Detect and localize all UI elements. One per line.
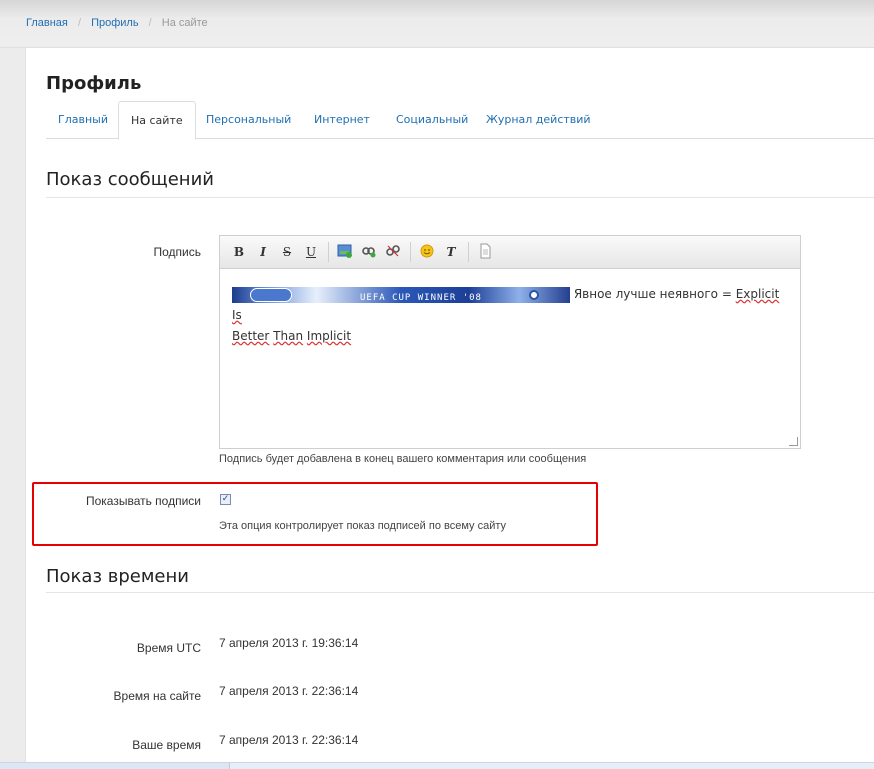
tab-main[interactable]: Главный xyxy=(46,101,120,139)
signature-word: Better xyxy=(232,329,270,343)
club-logo xyxy=(250,287,292,302)
editor-toolbar: B I S U T xyxy=(220,236,800,269)
section-divider xyxy=(46,592,874,593)
top-bar: Главная / Профиль / На сайте xyxy=(0,0,874,48)
signature-content[interactable]: UEFA CUP WINNER '08 Явное лучше неявного… xyxy=(232,284,792,347)
signature-word: Than xyxy=(273,329,304,343)
highlight-box xyxy=(32,482,598,546)
tab-personal[interactable]: Персональный xyxy=(194,101,303,139)
link-icon[interactable] xyxy=(360,243,378,261)
underline-button[interactable]: U xyxy=(302,243,320,261)
bold-button[interactable]: B xyxy=(230,243,248,261)
your-time-value: 7 апреля 2013 г. 22:36:14 xyxy=(219,733,359,747)
breadcrumb-home-link[interactable]: Главная xyxy=(26,17,68,29)
utc-time-value: 7 апреля 2013 г. 19:36:14 xyxy=(219,636,359,650)
browser-tab[interactable] xyxy=(0,763,230,769)
content-panel: Профиль Главный На сайте Персональный Ин… xyxy=(25,48,874,768)
show-signatures-hint: Эта опция контролирует показ подписей по… xyxy=(219,520,506,532)
time-section-title: Показ времени xyxy=(46,566,189,587)
browser-bottom-bar xyxy=(0,762,874,769)
toolbar-divider xyxy=(328,242,329,262)
show-signatures-checkbox[interactable]: ✓ xyxy=(220,494,231,505)
tab-internet[interactable]: Интернет xyxy=(302,101,382,139)
image-icon[interactable] xyxy=(336,243,354,261)
breadcrumb-separator: / xyxy=(77,17,81,29)
signature-banner-image: UEFA CUP WINNER '08 xyxy=(232,286,570,303)
show-signatures-label: Показывать подписи xyxy=(85,494,201,508)
signature-label: Подпись xyxy=(153,245,202,259)
breadcrumb-current: На сайте xyxy=(161,17,208,29)
breadcrumb-separator: / xyxy=(148,17,152,29)
section-divider xyxy=(46,197,874,198)
signature-word: Explicit xyxy=(735,287,780,301)
site-time-label: Время на сайте xyxy=(113,689,201,703)
strikethrough-button[interactable]: S xyxy=(278,243,296,261)
breadcrumb-profile-link[interactable]: Профиль xyxy=(91,17,139,29)
clear-format-button[interactable]: T xyxy=(442,243,460,261)
banner-text: UEFA CUP WINNER '08 xyxy=(360,292,482,303)
signature-hint: Подпись будет добавлена в конец вашего к… xyxy=(219,453,587,465)
site-time-value: 7 апреля 2013 г. 22:36:14 xyxy=(219,684,359,698)
page-title: Профиль xyxy=(46,73,142,94)
document-icon[interactable] xyxy=(476,243,494,261)
resize-handle[interactable] xyxy=(789,437,798,446)
signature-word: Implicit xyxy=(306,329,352,343)
toolbar-divider xyxy=(468,242,469,262)
breadcrumb: Главная / Профиль / На сайте xyxy=(26,17,208,29)
your-time-label: Ваше время xyxy=(132,738,201,752)
toolbar-divider xyxy=(410,242,411,262)
tab-activity-log[interactable]: Журнал действий xyxy=(474,101,603,139)
tab-on-site[interactable]: На сайте xyxy=(118,101,196,140)
profile-tabs: Главный На сайте Персональный Интернет С… xyxy=(46,101,874,140)
signature-editor[interactable]: B I S U T UEFA CUP WINNER '08 Явное лучш… xyxy=(219,235,801,449)
tab-social[interactable]: Социальный xyxy=(384,101,480,139)
signature-text: Явное лучше неявного = xyxy=(573,287,736,301)
messages-section-title: Показ сообщений xyxy=(46,169,214,190)
signature-word: Is xyxy=(232,308,242,322)
unlink-icon[interactable] xyxy=(384,243,402,261)
smiley-icon[interactable] xyxy=(418,243,436,261)
ball-icon xyxy=(529,289,539,300)
utc-time-label: Время UTC xyxy=(136,641,201,655)
italic-button[interactable]: I xyxy=(254,243,272,261)
